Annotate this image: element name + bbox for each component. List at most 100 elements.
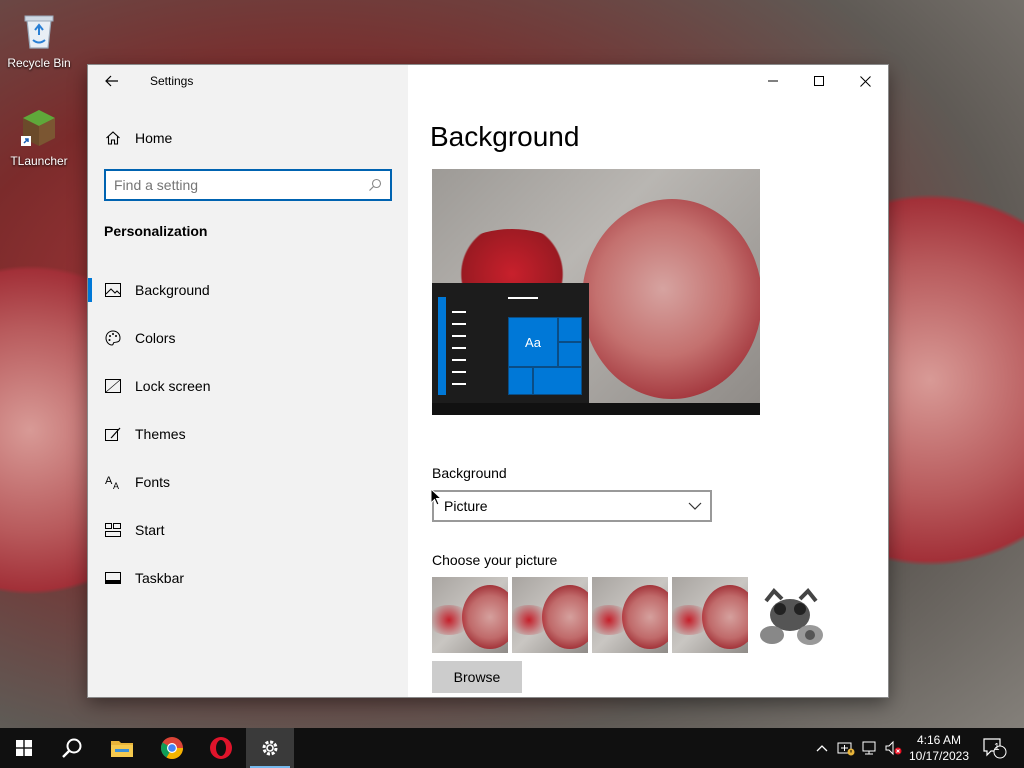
desktop-icon-label: TLauncher	[10, 154, 68, 168]
windows-start-icon	[16, 740, 32, 756]
picture-icon	[105, 282, 121, 298]
start-button[interactable]	[0, 728, 48, 768]
file-explorer-icon	[111, 741, 133, 757]
page-title: Background	[430, 121, 580, 152]
nav-item-lock-screen[interactable]: Lock screen	[88, 362, 408, 410]
network-button[interactable]	[860, 728, 880, 768]
preview-tile	[508, 367, 533, 395]
preview-tile	[558, 317, 582, 342]
taskbar-clock[interactable]: 4:16 AM 10/17/2023	[904, 728, 974, 768]
search-input[interactable]	[114, 177, 368, 193]
search-icon	[369, 178, 382, 191]
choose-picture-label: Choose your picture	[432, 552, 558, 568]
tlauncher-icon	[21, 110, 55, 146]
back-button[interactable]	[88, 65, 136, 97]
fonts-icon: AA	[105, 474, 121, 490]
tray-app-button[interactable]	[836, 728, 856, 768]
nav-item-background[interactable]: Background	[88, 266, 408, 314]
nav-item-label: Themes	[135, 426, 186, 442]
close-icon	[859, 75, 871, 87]
close-button[interactable]	[842, 65, 888, 97]
preview-menu-line	[452, 359, 466, 361]
desktop-icon-tlauncher[interactable]: TLauncher	[1, 106, 77, 168]
chevron-up-icon	[816, 745, 828, 752]
chrome-icon	[161, 737, 183, 759]
nav-item-label: Colors	[135, 330, 176, 346]
nav-item-label: Lock screen	[135, 378, 211, 394]
home-icon	[106, 131, 120, 145]
taskbar-chrome[interactable]	[148, 728, 196, 768]
nav-item-fonts[interactable]: AA Fonts	[88, 458, 408, 506]
background-type-label: Background	[432, 465, 507, 481]
nav-item-label: Fonts	[135, 474, 171, 490]
palette-icon	[105, 330, 121, 346]
show-hidden-icons-button[interactable]	[812, 728, 832, 768]
preview-start-menu: Aa	[432, 283, 589, 403]
dropdown-selected-value: Picture	[444, 498, 488, 514]
preview-menu-line	[452, 347, 466, 349]
desktop-icon-recycle-bin[interactable]: Recycle Bin	[1, 8, 77, 70]
preview-menu-line	[452, 323, 466, 325]
taskbar-icon	[105, 570, 121, 586]
preview-menu-line	[452, 371, 466, 373]
mouse-cursor-icon	[430, 488, 442, 506]
nav-item-start[interactable]: Start	[88, 506, 408, 554]
nav-item-label: Taskbar	[135, 570, 185, 586]
preview-taskbar	[432, 403, 760, 415]
nav-list: Background Colors Lock screen Themes A A…	[88, 266, 408, 602]
section-title: Personalization	[104, 223, 208, 239]
search-box	[104, 169, 392, 201]
desktop-icon-label: Recycle Bin	[7, 56, 71, 70]
minimize-icon	[768, 80, 778, 82]
taskbar-opera[interactable]	[197, 728, 245, 768]
browse-button[interactable]: Browse	[432, 661, 522, 693]
background-type-dropdown[interactable]: Picture	[432, 490, 712, 522]
notification-count-badge: 1	[994, 742, 1000, 753]
back-arrow-icon	[105, 75, 118, 87]
picture-thumbnail[interactable]	[672, 577, 748, 653]
preview-tile-text: Aa	[525, 334, 541, 350]
nav-item-themes[interactable]: Themes	[88, 410, 408, 458]
title-bar: Settings	[88, 65, 408, 97]
svg-text:A: A	[113, 481, 119, 490]
picture-thumbnail[interactable]	[512, 577, 588, 653]
action-center-button[interactable]: 1	[980, 728, 1010, 768]
chevron-down-icon	[688, 502, 702, 510]
taskbar: 4:16 AM 10/17/2023 1	[0, 728, 1024, 768]
nav-item-label: Background	[135, 282, 210, 298]
minimize-button[interactable]	[750, 65, 796, 97]
recycle-bin-icon	[24, 15, 54, 49]
taskbar-settings[interactable]	[246, 728, 294, 768]
security-warning-icon	[837, 742, 855, 756]
preview-menu-line	[452, 311, 466, 313]
search-icon	[62, 738, 82, 758]
settings-icon	[262, 740, 278, 756]
maximize-icon	[814, 76, 824, 86]
taskbar-search-button[interactable]	[48, 728, 96, 768]
preview-tile	[533, 367, 582, 395]
maximize-button[interactable]	[796, 65, 842, 97]
navigation-pane: Settings Home Personalization Background	[88, 65, 408, 697]
taskbar-file-explorer[interactable]	[98, 728, 146, 768]
preview-menu-line	[452, 383, 466, 385]
nav-item-label: Start	[135, 522, 165, 538]
picture-thumbnails	[432, 577, 828, 653]
network-icon	[862, 741, 876, 755]
background-preview: Aa	[432, 169, 760, 415]
nav-item-colors[interactable]: Colors	[88, 314, 408, 362]
opera-icon	[210, 737, 232, 759]
volume-muted-icon	[885, 740, 902, 756]
volume-button[interactable]	[883, 728, 903, 768]
preview-menu-line	[508, 297, 538, 299]
app-title: Settings	[150, 74, 194, 88]
nav-item-taskbar[interactable]: Taskbar	[88, 554, 408, 602]
picture-thumbnail[interactable]	[432, 577, 508, 653]
themes-icon	[105, 426, 121, 442]
nav-home[interactable]: Home	[88, 121, 408, 155]
clock-date: 10/17/2023	[908, 749, 970, 763]
picture-thumbnail[interactable]	[592, 577, 668, 653]
picture-thumbnail[interactable]	[752, 577, 828, 653]
content-pane: Background Aa Background Picture Choose …	[408, 65, 888, 697]
lock-screen-icon	[105, 378, 121, 394]
preview-start-column	[438, 297, 446, 395]
